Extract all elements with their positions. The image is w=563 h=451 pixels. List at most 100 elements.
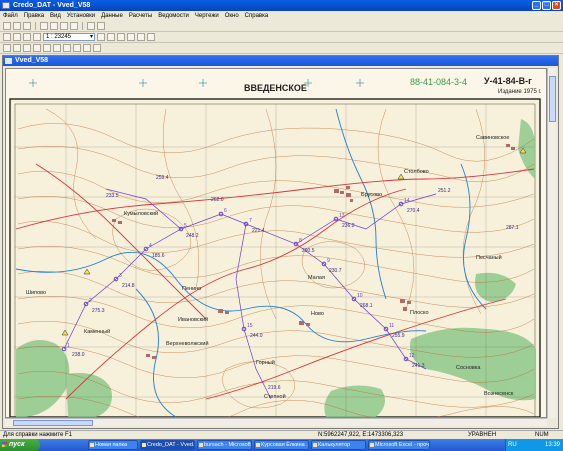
- lines-icon[interactable]: [147, 33, 155, 41]
- select-icon[interactable]: [3, 44, 11, 52]
- taskbar-item[interactable]: Новая папка: [88, 440, 138, 450]
- undo-icon[interactable]: [70, 22, 78, 30]
- text-icon[interactable]: [73, 44, 81, 52]
- elevation-label: 251.2: [438, 188, 451, 194]
- survey-point-label: 14: [404, 198, 410, 204]
- points-icon[interactable]: [137, 33, 145, 41]
- window-title: Credo_DAT - Vved_V58: [13, 2, 91, 9]
- elevation-label: 275.3: [92, 308, 105, 314]
- point-icon[interactable]: [13, 44, 21, 52]
- print-icon[interactable]: [87, 22, 95, 30]
- start-button[interactable]: пуск: [0, 439, 40, 451]
- survey-point-label: 15: [247, 323, 253, 329]
- station-icon[interactable]: [33, 44, 41, 52]
- save-icon[interactable]: [23, 22, 31, 30]
- map-canvas[interactable]: ВВЕДЕНСКОЕ 88-41-084-3-4 У-41-84-В-г Изд…: [5, 68, 547, 418]
- raster-icon[interactable]: [93, 44, 101, 52]
- taskbar-item[interactable]: bursach - Microsoft...: [197, 440, 252, 450]
- elevation-label: 214.8: [122, 283, 135, 289]
- new-file-icon[interactable]: [3, 22, 11, 30]
- measure-icon[interactable]: [63, 44, 71, 52]
- elevation-label: 262.0: [211, 197, 224, 203]
- menu-window[interactable]: Окно: [225, 11, 239, 21]
- clock: 13:39: [544, 442, 560, 448]
- elevation-label: 259.4: [156, 175, 169, 181]
- place-label: Каменный: [84, 328, 110, 335]
- topographic-map[interactable]: ВВЕДЕНСКОЕ 88-41-084-3-4 У-41-84-В-г Изд…: [6, 69, 547, 418]
- survey-point-label: 3: [119, 273, 122, 279]
- grid-icon[interactable]: [117, 33, 125, 41]
- elevation-label: 219.6: [268, 385, 281, 391]
- document-title-bar[interactable]: Vved_V58: [3, 56, 558, 66]
- menu-help[interactable]: Справка: [245, 11, 269, 21]
- zoom-window-icon[interactable]: [3, 33, 11, 41]
- title-bar[interactable]: Credo_DAT - Vved_V58 _ □ ×: [0, 0, 563, 11]
- menu-data[interactable]: Данные: [101, 11, 123, 21]
- language-indicator[interactable]: RU: [508, 439, 517, 451]
- map-sheet-code: 88-41-084-3-4: [410, 77, 467, 87]
- refresh-icon[interactable]: [127, 33, 135, 41]
- elevation-label: 221.4: [252, 228, 265, 234]
- vertical-scroll-thumb[interactable]: [549, 76, 556, 122]
- menu-settings[interactable]: Установки: [67, 11, 95, 21]
- survey-point-label: 12: [409, 353, 415, 359]
- place-label: Плоско: [410, 310, 429, 316]
- maximize-button[interactable]: □: [542, 1, 551, 10]
- horizontal-scroll-thumb[interactable]: [13, 420, 93, 426]
- zoom-in-icon[interactable]: [13, 33, 21, 41]
- elevation-label: 233.5: [106, 193, 119, 199]
- paste-icon[interactable]: [60, 22, 68, 30]
- elevation-label: 244.0: [250, 333, 263, 339]
- taskbar-item[interactable]: Курсовая Ёлкина ...: [254, 440, 309, 450]
- menu-view[interactable]: Вид: [50, 11, 61, 21]
- elevation-label: 287.1: [506, 225, 519, 231]
- minimize-button[interactable]: _: [532, 1, 541, 10]
- menu-edit[interactable]: Правка: [24, 11, 44, 21]
- survey-point-label: 7: [249, 218, 252, 224]
- survey-point-label: 10: [357, 293, 363, 299]
- survey-point-label: 2: [89, 298, 92, 304]
- app-window: Credo_DAT - Vved_V58 _ □ × Файл Правка В…: [0, 0, 563, 451]
- close-button[interactable]: ×: [552, 1, 561, 10]
- zoom-out-icon[interactable]: [23, 33, 31, 41]
- place-label: Горный: [256, 359, 275, 366]
- place-label: Столбово: [404, 169, 429, 175]
- system-tray: RU 13:39: [505, 439, 563, 451]
- vertical-scrollbar[interactable]: [547, 68, 556, 418]
- survey-point-label: 1: [67, 343, 70, 349]
- layers-icon[interactable]: [107, 33, 115, 41]
- survey-point-label: 13: [339, 213, 345, 219]
- document-title: Vved_V58: [15, 57, 49, 64]
- taskbar-item[interactable]: Microsoft Excel - проч...: [368, 440, 430, 450]
- polyline-icon[interactable]: [23, 44, 31, 52]
- app-icon: [2, 2, 10, 9]
- menu-calculations[interactable]: Расчеты: [129, 11, 152, 21]
- scale-select[interactable]: 1 : 23245: [43, 33, 95, 41]
- taskbar-item-active[interactable]: Credo_DAT - Vved...: [140, 440, 195, 450]
- pan-icon[interactable]: [97, 33, 105, 41]
- horizontal-scrollbar[interactable]: [5, 418, 547, 426]
- toolbar-draw: [0, 43, 563, 54]
- rectangle-icon[interactable]: [83, 44, 91, 52]
- elevation-label: 238.0: [72, 352, 85, 358]
- taskbar-item[interactable]: Калькулятор: [311, 440, 366, 450]
- help-icon[interactable]: [97, 22, 105, 30]
- traverse-icon[interactable]: [43, 44, 51, 52]
- place-label: Ивановский: [178, 316, 208, 323]
- map-nomenclature: У-41-84-В-г: [484, 76, 532, 86]
- lock-icon[interactable]: [53, 44, 61, 52]
- menu-drawings[interactable]: Чертежи: [195, 11, 219, 21]
- copy-icon[interactable]: [50, 22, 58, 30]
- place-label: Сосновка: [456, 365, 481, 371]
- place-label: Брусово: [361, 192, 382, 198]
- open-folder-icon[interactable]: [13, 22, 21, 30]
- cut-icon[interactable]: [40, 22, 48, 30]
- survey-point-label: 6: [224, 208, 227, 214]
- menu-file[interactable]: Файл: [3, 11, 18, 21]
- place-label: Кумыловский: [124, 210, 158, 217]
- map-edition: Издание 1975 г.: [498, 89, 542, 95]
- place-label: Малая: [308, 275, 325, 281]
- zoom-extents-icon[interactable]: [33, 33, 41, 41]
- menu-reports[interactable]: Ведомости: [158, 11, 189, 21]
- survey-point-label: 11: [389, 323, 394, 329]
